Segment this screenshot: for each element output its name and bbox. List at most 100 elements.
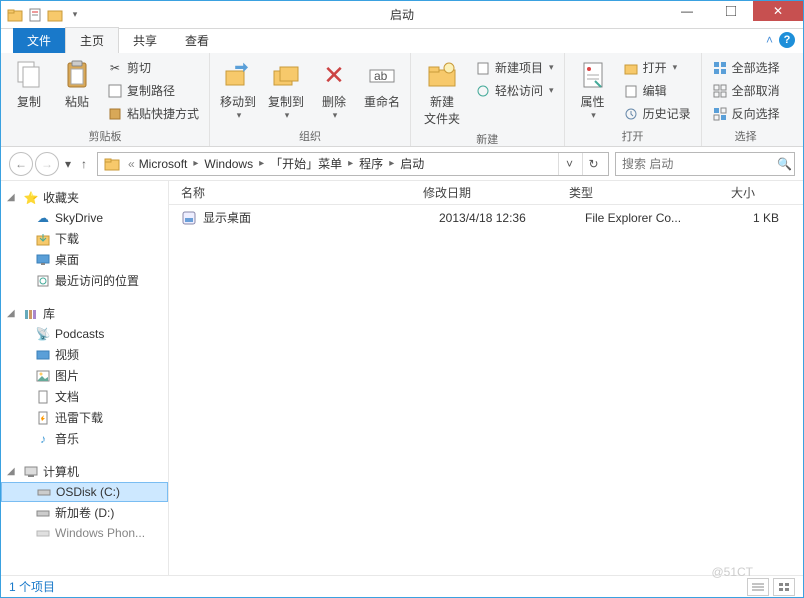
tree-item[interactable]: 桌面 <box>1 249 168 270</box>
details-view-button[interactable] <box>747 578 769 596</box>
easyaccess-button[interactable]: 轻松访问▾ <box>471 80 558 101</box>
file-name: 显示桌面 <box>203 209 439 226</box>
tree-item[interactable]: 视频 <box>1 344 168 365</box>
easyaccess-icon <box>475 83 491 99</box>
forward-button[interactable]: → <box>35 152 59 176</box>
rename-button[interactable]: ab重命名 <box>360 57 404 112</box>
tree-item[interactable]: 迅雷下载 <box>1 407 168 428</box>
folder-icon[interactable] <box>7 7 23 23</box>
breadcrumb-item[interactable]: Windows <box>200 157 257 171</box>
tab-share[interactable]: 共享 <box>119 28 171 53</box>
icons-view-button[interactable] <box>773 578 795 596</box>
properties-button[interactable]: 属性▾ <box>571 57 615 123</box>
selectnone-button[interactable]: 全部取消 <box>708 80 784 101</box>
history-button[interactable]: 历史记录 <box>619 103 695 124</box>
copypath-button[interactable]: 复制路径 <box>103 80 203 101</box>
breadcrumb-item[interactable]: 启动 <box>396 155 428 172</box>
skydrive-icon: ☁ <box>35 210 51 226</box>
tree-favorites[interactable]: ◢⭐收藏夹 <box>1 187 168 208</box>
svg-text:ab: ab <box>374 69 388 83</box>
tab-view[interactable]: 查看 <box>171 28 223 53</box>
paste-icon <box>61 59 93 91</box>
invert-button[interactable]: 反向选择 <box>708 103 784 124</box>
recent-dropdown[interactable]: ▾ <box>61 152 75 176</box>
address-dropdown[interactable]: ˅ <box>558 153 580 175</box>
new-folder-icon[interactable] <box>47 7 63 23</box>
address-bar[interactable]: « Microsoft▸ Windows▸ 「开始」菜单▸ 程序▸ 启动 ˅ ↻ <box>97 152 609 176</box>
maximize-button[interactable] <box>709 1 753 21</box>
navigation-pane[interactable]: ◢⭐收藏夹 ☁SkyDrive 下载 桌面 最近访问的位置 ◢库 📡Podcas… <box>1 181 169 577</box>
moveto-button[interactable]: 移动到▾ <box>216 57 260 123</box>
tree-item[interactable]: 新加卷 (D:) <box>1 502 168 523</box>
file-icon <box>181 210 197 226</box>
up-button[interactable]: ↑ <box>77 152 91 176</box>
open-icon <box>623 60 639 76</box>
paste-button[interactable]: 粘贴 <box>55 57 99 112</box>
tree-item[interactable]: 下载 <box>1 228 168 249</box>
tree-item[interactable]: 📡Podcasts <box>1 324 168 344</box>
search-input[interactable] <box>622 157 777 171</box>
properties-icon[interactable] <box>27 7 43 23</box>
status-bar: 1 个项目 <box>1 575 803 597</box>
invert-icon <box>712 106 728 122</box>
tab-home[interactable]: 主页 <box>65 27 119 53</box>
selectall-button[interactable]: 全部选择 <box>708 57 784 78</box>
computer-icon <box>23 464 39 480</box>
tree-libraries[interactable]: ◢库 <box>1 303 168 324</box>
col-name[interactable]: 名称 <box>181 184 423 201</box>
breadcrumb-item[interactable]: Microsoft <box>135 157 192 171</box>
qa-dropdown-icon[interactable]: ▾ <box>67 7 83 23</box>
videos-icon <box>35 347 51 363</box>
ribbon: 复制 粘贴 ✂剪切 复制路径 粘贴快捷方式 剪贴板 移动到▾ 复制到▾ ✕删除▾… <box>1 53 803 147</box>
tree-computer[interactable]: ◢计算机 <box>1 461 168 482</box>
col-size[interactable]: 大小 <box>703 184 763 201</box>
breadcrumb-item[interactable]: 程序 <box>355 155 387 172</box>
thunder-icon <box>35 410 51 426</box>
breadcrumb-item[interactable]: 「开始」菜单 <box>266 155 346 172</box>
open-button[interactable]: 打开▾ <box>619 57 695 78</box>
tree-item[interactable]: ☁SkyDrive <box>1 208 168 228</box>
tree-item[interactable]: Windows Phon... <box>1 523 168 543</box>
file-row[interactable]: 显示桌面 2013/4/18 12:36 File Explorer Co...… <box>169 205 803 230</box>
close-button[interactable]: ✕ <box>753 1 803 21</box>
refresh-button[interactable]: ↻ <box>582 153 604 175</box>
drive-icon <box>36 484 52 500</box>
cut-button[interactable]: ✂剪切 <box>103 57 203 78</box>
content-area: ◢⭐收藏夹 ☁SkyDrive 下载 桌面 最近访问的位置 ◢库 📡Podcas… <box>1 181 803 577</box>
group-label-organize: 组织 <box>216 126 404 144</box>
column-headers[interactable]: 名称 修改日期 类型 大小 <box>169 181 803 205</box>
rename-icon: ab <box>366 59 398 91</box>
newfolder-button[interactable]: 新建 文件夹 <box>417 57 467 129</box>
back-button[interactable]: ← <box>9 152 33 176</box>
tab-file[interactable]: 文件 <box>13 28 65 53</box>
minimize-ribbon-icon[interactable]: ˄ <box>766 33 773 47</box>
group-label-clipboard: 剪贴板 <box>7 126 203 144</box>
tree-item[interactable]: 文档 <box>1 386 168 407</box>
libraries-icon <box>23 306 39 322</box>
minimize-button[interactable]: — <box>665 1 709 21</box>
pictures-icon <box>35 368 51 384</box>
copy-button[interactable]: 复制 <box>7 57 51 112</box>
tree-item[interactable]: 图片 <box>1 365 168 386</box>
col-date[interactable]: 修改日期 <box>423 184 569 201</box>
search-icon[interactable]: 🔍 <box>777 157 792 171</box>
history-icon <box>623 106 639 122</box>
newfolder-icon <box>426 59 458 91</box>
file-list-pane: 名称 修改日期 类型 大小 显示桌面 2013/4/18 12:36 File … <box>169 181 803 577</box>
ribbon-group-clipboard: 复制 粘贴 ✂剪切 复制路径 粘贴快捷方式 剪贴板 <box>1 53 210 146</box>
podcasts-icon: 📡 <box>35 326 51 342</box>
search-box[interactable]: 🔍 <box>615 152 795 176</box>
file-type: File Explorer Co... <box>585 211 719 225</box>
tree-item[interactable]: OSDisk (C:) <box>1 482 168 502</box>
edit-button[interactable]: 编辑 <box>619 80 695 101</box>
help-icon[interactable]: ? <box>779 32 795 48</box>
col-type[interactable]: 类型 <box>569 184 703 201</box>
copyto-button[interactable]: 复制到▾ <box>264 57 308 123</box>
pasteshortcut-button[interactable]: 粘贴快捷方式 <box>103 103 203 124</box>
delete-button[interactable]: ✕删除▾ <box>312 57 356 123</box>
file-date: 2013/4/18 12:36 <box>439 211 585 225</box>
tree-item[interactable]: ♪音乐 <box>1 428 168 449</box>
tree-item[interactable]: 最近访问的位置 <box>1 270 168 291</box>
newitem-button[interactable]: 新建项目▾ <box>471 57 558 78</box>
ribbon-group-organize: 移动到▾ 复制到▾ ✕删除▾ ab重命名 组织 <box>210 53 411 146</box>
